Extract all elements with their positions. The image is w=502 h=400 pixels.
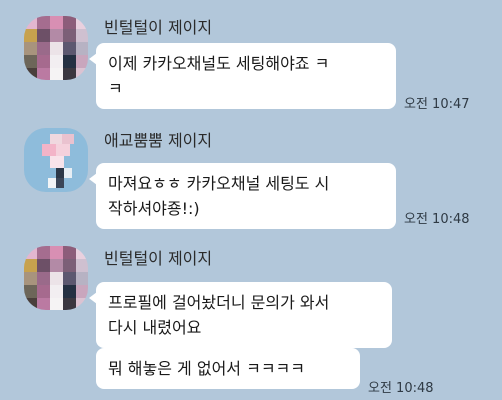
avatar[interactable] bbox=[24, 246, 88, 310]
message-text: 마져요ㅎㅎ 카카오채널 세팅도 시 작하셔야죵!:) bbox=[108, 174, 330, 218]
message-time: 오전 10:48 bbox=[404, 212, 470, 227]
message-text: 프로필에 걸어놨더니 문의가 와서 다시 내렸어요 bbox=[108, 293, 330, 337]
avatar[interactable] bbox=[24, 128, 88, 192]
message-text: 이제 카카오채널도 세팅해야죠 ㅋ ㅋ bbox=[108, 54, 330, 98]
chat-room: 빈털털이 제이지 이제 카카오채널도 세팅해야죠 ㅋ ㅋ 오전 10:47 애교… bbox=[0, 0, 502, 400]
message-bubble[interactable]: 이제 카카오채널도 세팅해야죠 ㅋ ㅋ bbox=[89, 43, 396, 109]
message-time: 오전 10:48 bbox=[368, 381, 434, 396]
message-text: 뭐 해놓은 게 없어서 ㅋㅋㅋㅋ bbox=[108, 359, 305, 378]
avatar[interactable] bbox=[24, 16, 88, 80]
sender-name[interactable]: 빈털털이 제이지 bbox=[104, 245, 212, 269]
message-bubble[interactable]: 마져요ㅎㅎ 카카오채널 세팅도 시 작하셔야죵!:) bbox=[89, 163, 396, 229]
message-time: 오전 10:47 bbox=[404, 97, 470, 112]
sender-name[interactable]: 애교뿜뿜 제이지 bbox=[104, 127, 212, 151]
message-bubble[interactable]: 프로필에 걸어놨더니 문의가 와서 다시 내렸어요 bbox=[89, 282, 392, 348]
message-bubble[interactable]: 뭐 해놓은 게 없어서 ㅋㅋㅋㅋ bbox=[96, 348, 360, 389]
sender-name[interactable]: 빈털털이 제이지 bbox=[104, 14, 212, 38]
